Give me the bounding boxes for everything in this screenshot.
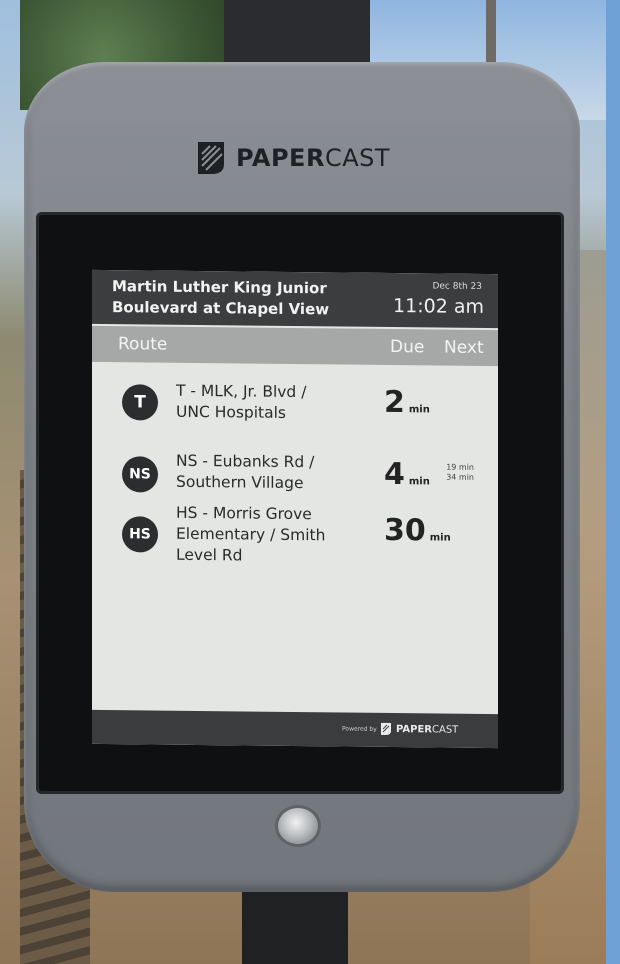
due-time: 4 min — [384, 457, 430, 492]
footer-logo-bold: PAPER — [396, 723, 433, 735]
stop-date: Dec 8th 23 — [432, 281, 482, 292]
route-badge: HS — [122, 516, 158, 553]
column-due: Due — [390, 336, 425, 358]
sign-pole-bottom — [242, 880, 348, 964]
push-button[interactable] — [278, 808, 318, 844]
stop-time: 11:02 am — [393, 295, 484, 318]
due-value: 30 — [384, 512, 426, 549]
due-time: 30 min — [384, 513, 451, 549]
powered-by-label: Powered by — [342, 725, 377, 733]
papercast-logo-icon — [198, 142, 224, 174]
route-name: HS - Morris Grove Elementary / Smith Lev… — [176, 503, 326, 565]
footer-logo-text: PAPERCAST — [396, 724, 458, 736]
footer-logo-light: CAST — [432, 723, 459, 736]
next-time: 34 min — [446, 472, 474, 482]
due-unit: min — [408, 404, 430, 416]
sign-pole-top — [224, 0, 370, 70]
route-name: T - MLK, Jr. Blvd / UNC Hospitals — [176, 381, 307, 422]
papercast-logo-icon — [381, 722, 391, 735]
due-value: 2 — [384, 384, 405, 421]
route-badge: NS — [122, 456, 158, 493]
column-header: Route Due Next — [92, 325, 498, 367]
route-badge: T — [122, 384, 158, 421]
due-time: 2 min — [384, 385, 430, 420]
route-name: NS - Eubanks Rd / Southern Village — [176, 451, 315, 493]
brand-logo: PAPERCAST — [196, 136, 406, 180]
footer-logo: PAPERCAST — [380, 722, 458, 737]
column-route: Route — [118, 334, 168, 355]
route-row: HS HS - Morris Grove Elementary / Smith … — [92, 502, 498, 586]
brand-name-light: CAST — [324, 144, 391, 172]
route-row: T T - MLK, Jr. Blvd / UNC Hospitals 2 min — [92, 370, 498, 444]
next-times: 19 min 34 min — [440, 463, 474, 483]
screen-footer: Powered by PAPERCAST — [92, 709, 498, 749]
next-time: 19 min — [446, 462, 474, 472]
brand-name-bold: PAPER — [236, 144, 325, 172]
eink-screen: Martin Luther King Junior Boulevard at C… — [92, 269, 498, 749]
due-unit: min — [408, 476, 430, 488]
photo-background: PAPERCAST Martin Luther King Junior Boul… — [0, 0, 608, 964]
stop-header: Martin Luther King Junior Boulevard at C… — [92, 269, 498, 329]
due-unit: min — [429, 532, 451, 544]
due-value: 4 — [384, 456, 405, 493]
brand-name: PAPERCAST — [236, 144, 390, 172]
border-strip — [606, 0, 620, 964]
stop-name: Martin Luther King Junior Boulevard at C… — [112, 277, 330, 319]
column-next: Next — [444, 337, 484, 358]
